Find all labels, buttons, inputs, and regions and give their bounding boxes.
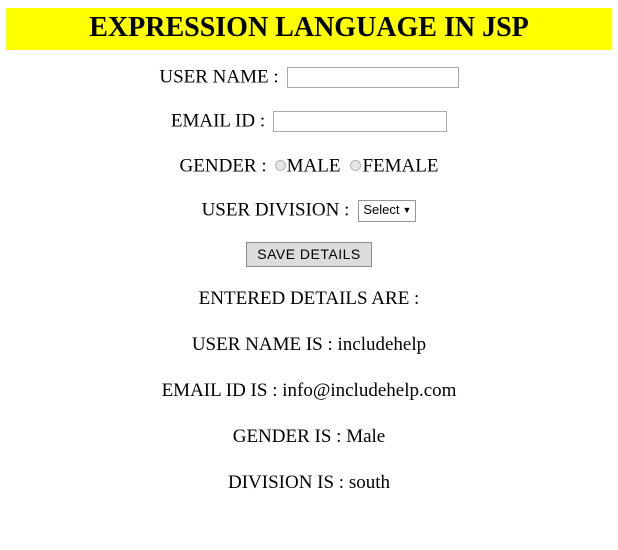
result-gender: GENDER IS : Male [232, 425, 386, 447]
user-details-form: USER NAME : EMAIL ID : GENDER : MALE FEM… [0, 64, 618, 267]
result-division: DIVISION IS : south [227, 471, 391, 493]
gender-option-female-label: FEMALE [362, 155, 439, 177]
entered-details-section: ENTERED DETAILS ARE : USER NAME IS : inc… [0, 287, 618, 495]
gender-radio-group: MALE FEMALE [271, 153, 438, 179]
division-select-value: Select [363, 201, 400, 217]
radio-male-icon[interactable] [274, 159, 286, 171]
result-email: EMAIL ID IS : info@includehelp.com [161, 379, 457, 401]
email-label: EMAIL ID : [170, 110, 266, 132]
form-row-gender: GENDER : MALE FEMALE [0, 153, 618, 180]
email-input[interactable] [273, 111, 448, 133]
username-label: USER NAME : [159, 66, 279, 88]
page-root: EXPRESSION LANGUAGE IN JSP USER NAME : E… [0, 8, 618, 550]
gender-label: GENDER : [179, 154, 267, 176]
page-header-banner: EXPRESSION LANGUAGE IN JSP [6, 8, 612, 50]
chevron-down-icon: ▼ [402, 204, 412, 215]
form-row-username: USER NAME : [0, 64, 618, 90]
form-row-email: EMAIL ID : [0, 108, 618, 134]
gender-option-male[interactable]: MALE [274, 153, 341, 179]
form-row-submit: SAVE DETAILS [0, 241, 618, 267]
gender-option-female[interactable]: FEMALE [350, 153, 438, 179]
form-row-division: USER DIVISION : Select ▼ [0, 197, 618, 223]
result-username: USER NAME IS : includehelp [191, 333, 427, 355]
save-details-button[interactable]: SAVE DETAILS [246, 241, 372, 267]
division-select[interactable]: Select ▼ [358, 199, 417, 222]
radio-female-icon[interactable] [350, 159, 362, 171]
entered-details-heading: ENTERED DETAILS ARE : [198, 287, 420, 309]
username-input[interactable] [286, 66, 459, 88]
gender-option-male-label: MALE [286, 155, 341, 177]
page-title: EXPRESSION LANGUAGE IN JSP [89, 12, 529, 43]
division-label: USER DIVISION : [201, 199, 350, 221]
